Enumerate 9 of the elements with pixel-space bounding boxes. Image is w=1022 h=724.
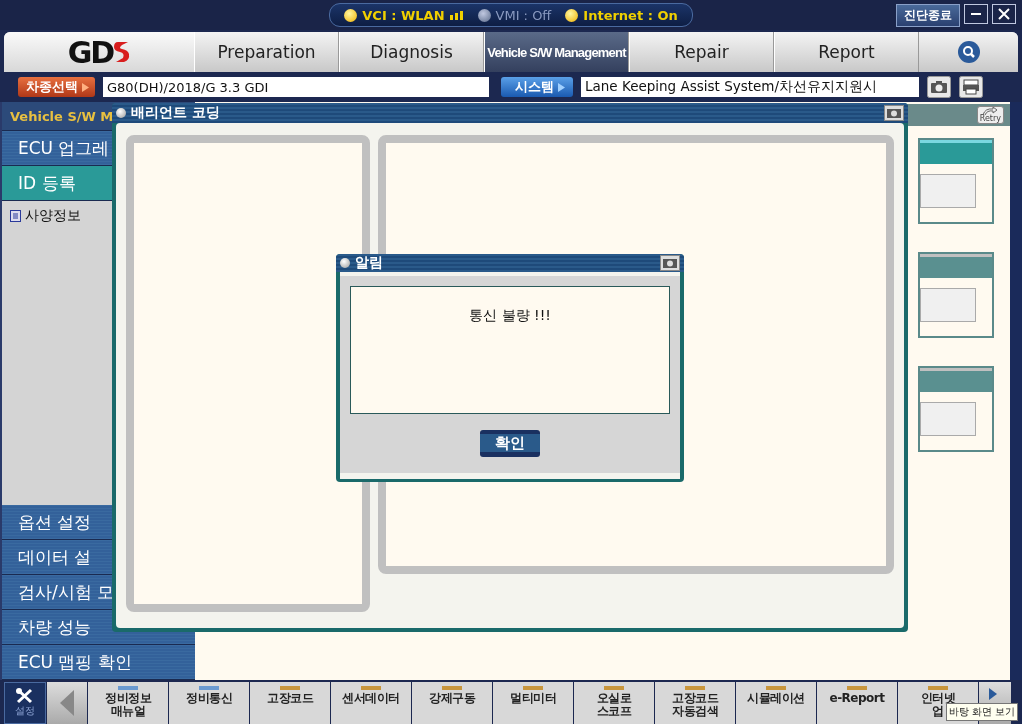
tooltip: 바탕 화면 보기: [946, 703, 1019, 721]
alert-message: 통신 불량 !!!: [469, 307, 551, 325]
logo: GD: [4, 32, 194, 72]
sidebar-heading: Vehicle S/W M: [10, 108, 114, 124]
dialog-title: 알림: [355, 254, 383, 272]
window-title: 배리언트 코딩: [131, 104, 220, 122]
status-label: VCI : WLAN: [362, 7, 445, 23]
status-label: VMI : Off: [495, 7, 552, 23]
status-label: Internet : On: [583, 7, 678, 23]
